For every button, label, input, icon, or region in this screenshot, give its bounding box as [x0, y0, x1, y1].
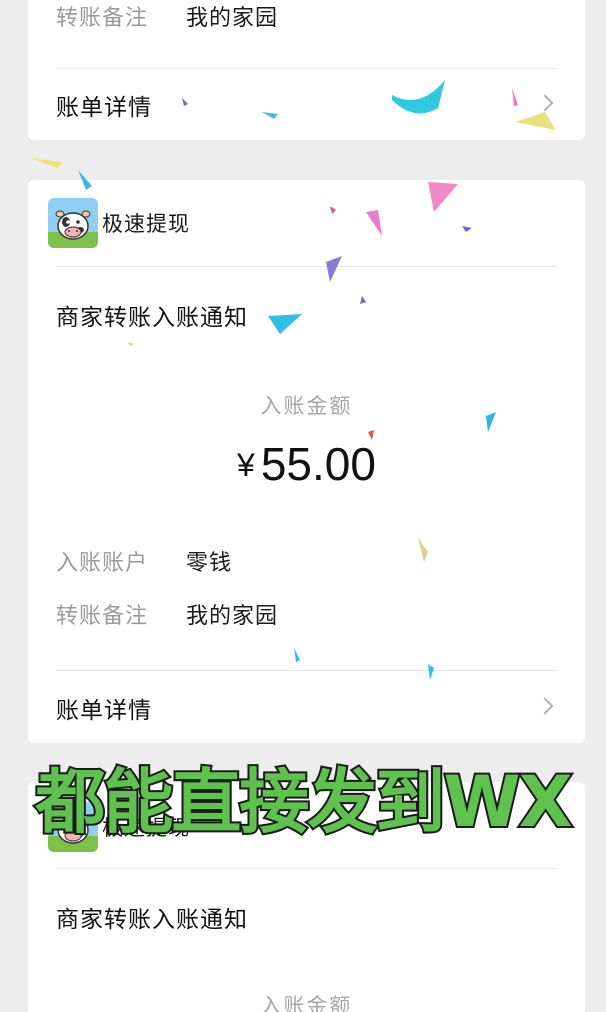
bill-details-label: 账单详情 — [56, 698, 152, 724]
bill-details-row[interactable]: 账单详情 — [28, 671, 585, 743]
notice-title: 商家转账入账通知 — [56, 305, 248, 331]
remark-value: 我的家园 — [186, 604, 279, 629]
account-value: 零钱 — [186, 551, 233, 576]
amount-label: 入账金额 — [260, 994, 353, 1012]
divider — [56, 868, 557, 869]
merchant-header[interactable]: 极速提现 — [48, 198, 190, 248]
bill-details-label: 账单详情 — [56, 95, 152, 121]
remark-value: 我的家园 — [186, 6, 279, 31]
merchant-name: 极速提现 — [102, 212, 190, 236]
chevron-right-icon — [536, 94, 554, 112]
cow-avatar-icon — [48, 198, 98, 248]
remark-label: 转账备注 — [56, 6, 149, 31]
notice-title: 商家转账入账通知 — [56, 907, 248, 933]
transfer-notice-card: 极速提现 商家转账入账通知 入账金额 ¥55.00 入账账户 零钱 转账备注 我… — [28, 180, 585, 743]
bill-details-row[interactable]: 账单详情 — [28, 69, 585, 140]
amount-display: ¥55.00 — [28, 437, 585, 491]
divider — [56, 266, 557, 267]
amount-value: 55.00 — [260, 438, 376, 490]
amount-label: 入账金额 — [260, 394, 353, 418]
currency-symbol: ¥ — [237, 447, 255, 483]
transfer-notice-card-top: 转账备注 我的家园 账单详情 — [28, 0, 585, 140]
account-label: 入账账户 — [56, 551, 149, 576]
remark-label: 转账备注 — [56, 604, 149, 629]
overlay-caption: 都能直接发到WX — [33, 759, 574, 845]
chevron-right-icon — [536, 697, 554, 715]
confetti-piece — [30, 158, 62, 168]
